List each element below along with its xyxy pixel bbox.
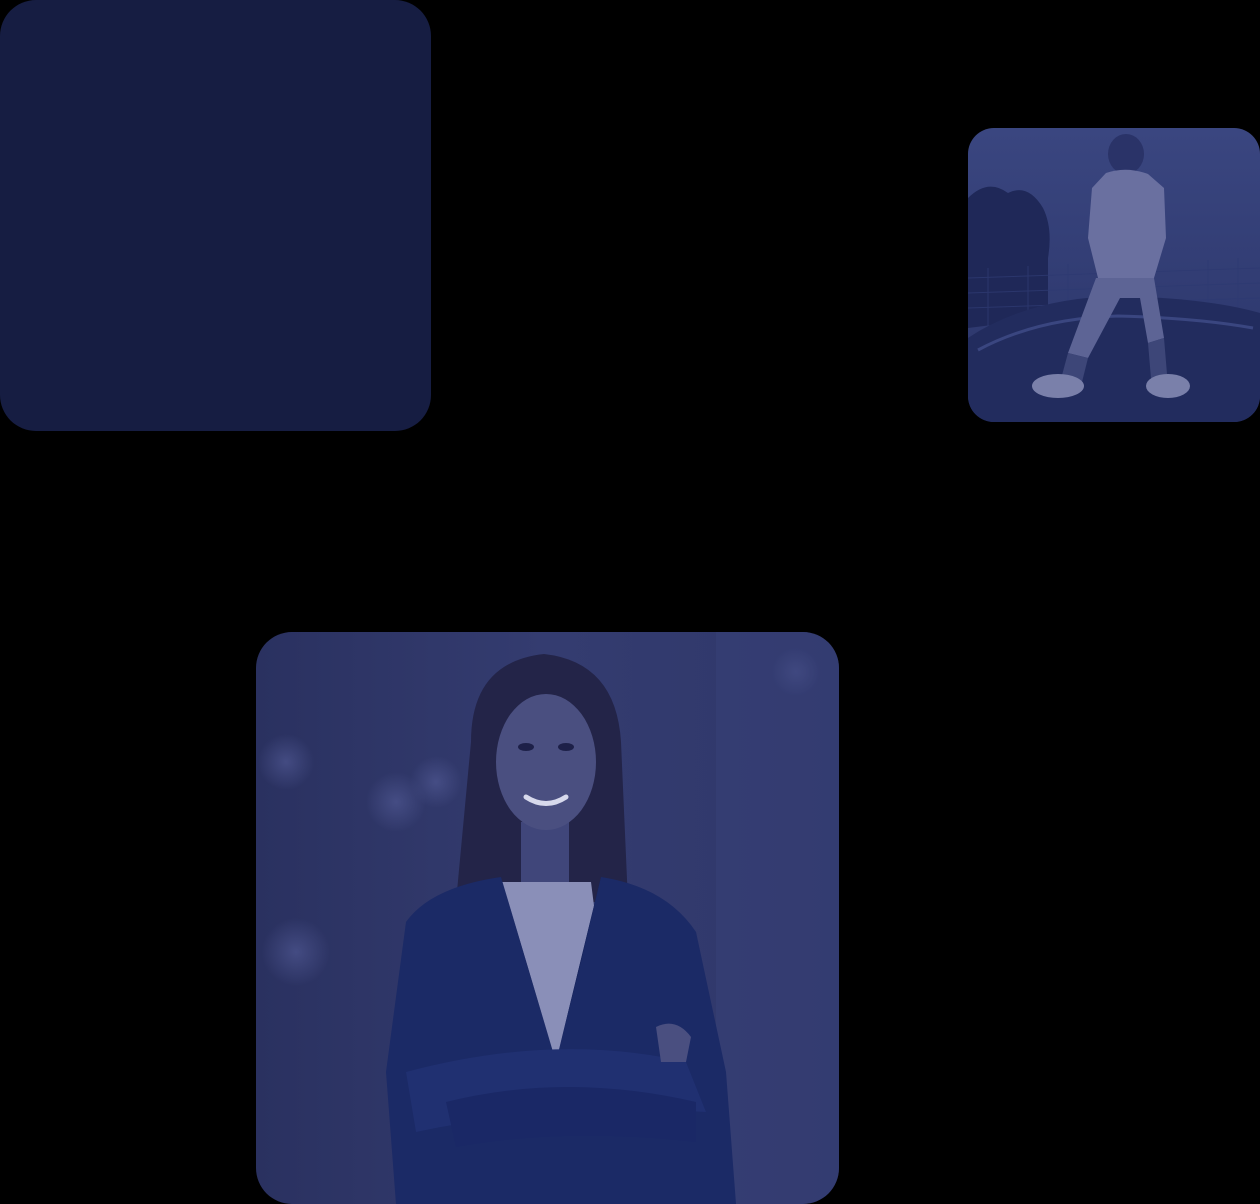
person-sitting-on-car-photo <box>968 128 1260 422</box>
solid-panel <box>0 0 431 431</box>
smiling-woman-image <box>256 632 839 1204</box>
person-sitting-on-car-image <box>968 128 1260 422</box>
smiling-woman-crossed-arms-photo <box>256 632 839 1204</box>
face-shape <box>496 694 596 830</box>
